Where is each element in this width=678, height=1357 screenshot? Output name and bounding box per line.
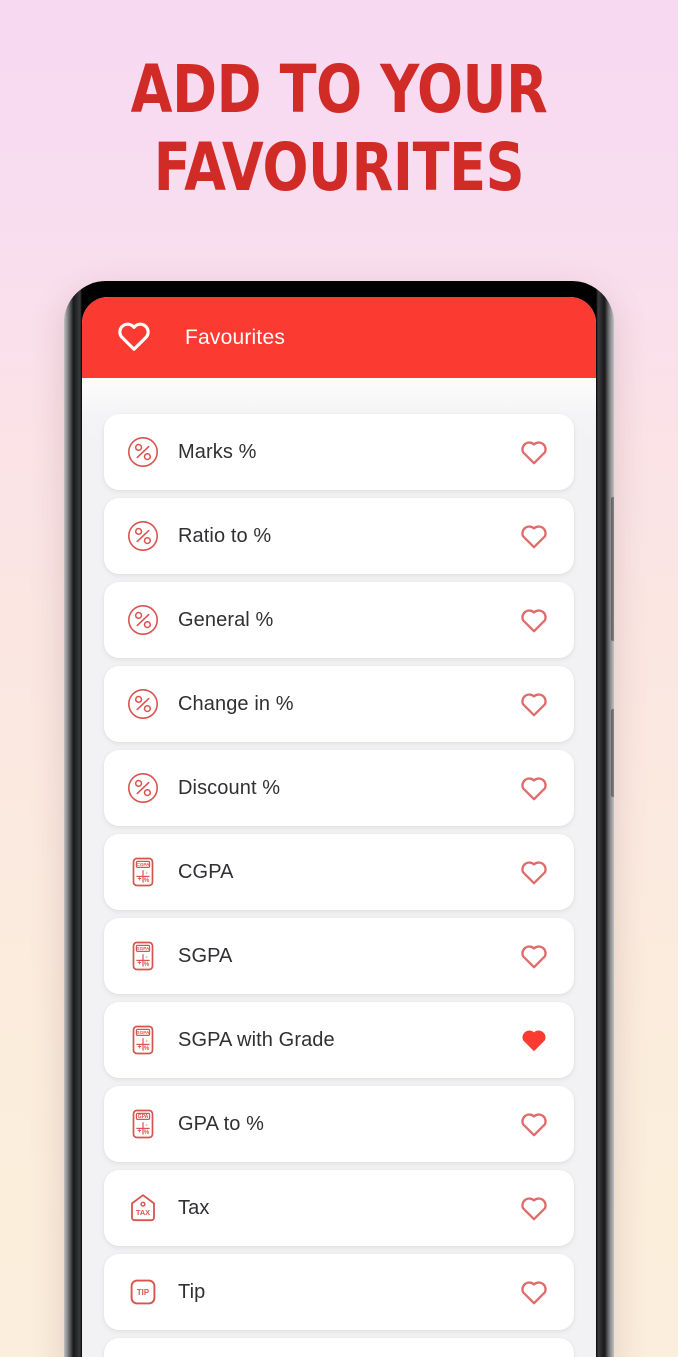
percent-circle-icon bbox=[126, 771, 160, 805]
percent-circle-icon bbox=[126, 519, 160, 553]
list-item[interactable]: GPA + -% GPA to % bbox=[104, 1086, 574, 1162]
phone-mockup: Favourites Marks % Ratio to % General % Cha… bbox=[64, 281, 614, 1357]
svg-text:SGPA: SGPA bbox=[137, 1030, 150, 1035]
list-item[interactable]: General % bbox=[104, 582, 574, 658]
heart-outline-icon[interactable] bbox=[518, 856, 550, 888]
calculator-icon: SGPA + -% bbox=[126, 1023, 160, 1057]
heart-outline-icon[interactable] bbox=[518, 940, 550, 972]
list-item-label: SGPA with Grade bbox=[178, 1028, 335, 1051]
list-item[interactable]: TAX Tax bbox=[104, 1170, 574, 1246]
svg-text:SGPA: SGPA bbox=[137, 946, 150, 951]
list-item[interactable]: CGPA + -% CGPA bbox=[104, 834, 574, 910]
svg-text:%: % bbox=[144, 1130, 150, 1136]
list-item[interactable]: SGPA + -% SGPA with Grade bbox=[104, 1002, 574, 1078]
list-item-label: SGPA bbox=[178, 944, 233, 967]
list-item[interactable]: Ratio to % bbox=[104, 498, 574, 574]
list-item-label: Discount % bbox=[178, 776, 281, 799]
svg-text:%: % bbox=[144, 878, 150, 884]
list-item-label: GPA to % bbox=[178, 1112, 265, 1135]
heart-outline-icon[interactable] bbox=[518, 1108, 550, 1140]
tip-square-icon: TIP bbox=[126, 1275, 160, 1309]
svg-text:%: % bbox=[144, 1046, 150, 1052]
svg-text:GPA: GPA bbox=[138, 1114, 149, 1120]
promo-headline-line-2: FAVOURITES bbox=[153, 129, 525, 207]
svg-text:+: + bbox=[138, 960, 142, 967]
svg-text:-: - bbox=[146, 955, 148, 961]
list-item[interactable]: TIP Tip bbox=[104, 1254, 574, 1330]
tax-tag-icon: TAX bbox=[126, 1191, 160, 1225]
heart-filled-icon[interactable] bbox=[518, 1024, 550, 1056]
list-item-label: CGPA bbox=[178, 860, 234, 883]
heart-outline-icon[interactable] bbox=[518, 772, 550, 804]
list-item[interactable]: Marks % bbox=[104, 414, 574, 490]
svg-text:+: + bbox=[138, 1128, 142, 1135]
svg-text:-: - bbox=[146, 871, 148, 877]
list-item-label: Marks % bbox=[178, 440, 257, 463]
svg-text:TAX: TAX bbox=[136, 1208, 150, 1217]
favourites-list[interactable]: Marks % Ratio to % General % Change in % Dis… bbox=[82, 378, 596, 1357]
heart-outline-icon[interactable] bbox=[518, 520, 550, 552]
app-header: Favourites bbox=[82, 297, 596, 378]
percent-circle-icon bbox=[126, 687, 160, 721]
calculator-icon: SGPA + -% bbox=[126, 939, 160, 973]
list-item[interactable]: Change in % bbox=[104, 666, 574, 742]
list-item-label: Tip bbox=[178, 1280, 206, 1303]
calculator-icon: CGPA + -% bbox=[126, 855, 160, 889]
svg-text:+: + bbox=[138, 1044, 142, 1051]
phone-bezel-left bbox=[64, 281, 74, 1357]
svg-text:-: - bbox=[146, 1039, 148, 1045]
phone-volume-button[interactable] bbox=[611, 497, 614, 641]
app-header-title: Favourites bbox=[185, 325, 286, 349]
percent-circle-icon bbox=[126, 603, 160, 637]
list-item[interactable]: Discount % bbox=[104, 750, 574, 826]
list-item-label: Tax bbox=[178, 1196, 210, 1219]
list-item-label: Ratio to % bbox=[178, 524, 272, 547]
list-item-label: General % bbox=[178, 608, 274, 631]
svg-text:TIP: TIP bbox=[137, 1288, 149, 1297]
list-item[interactable]: SGPA + -% SGPA bbox=[104, 918, 574, 994]
heart-outline-icon[interactable] bbox=[518, 604, 550, 636]
phone-power-button[interactable] bbox=[611, 709, 614, 797]
percent-circle-icon bbox=[126, 435, 160, 469]
calculator-icon: GPA + -% bbox=[126, 1107, 160, 1141]
svg-text:+: + bbox=[138, 876, 142, 883]
svg-text:-: - bbox=[146, 1123, 148, 1129]
list-item[interactable] bbox=[104, 1338, 574, 1357]
promo-headline-line-1: ADD TO YOUR bbox=[130, 51, 548, 128]
heart-outline-icon bbox=[116, 319, 152, 357]
phone-bezel-right bbox=[604, 281, 614, 1357]
heart-outline-icon[interactable] bbox=[518, 688, 550, 720]
heart-outline-icon[interactable] bbox=[518, 436, 550, 468]
heart-outline-icon[interactable] bbox=[518, 1276, 550, 1308]
svg-text:CGPA: CGPA bbox=[137, 862, 151, 867]
heart-outline-icon[interactable] bbox=[518, 1192, 550, 1224]
phone-screen: Favourites Marks % Ratio to % General % Cha… bbox=[82, 297, 596, 1357]
svg-text:%: % bbox=[144, 962, 150, 968]
promo-headline: ADD TO YOUR FAVOURITES bbox=[61, 51, 617, 207]
list-item-label: Change in % bbox=[178, 692, 294, 715]
